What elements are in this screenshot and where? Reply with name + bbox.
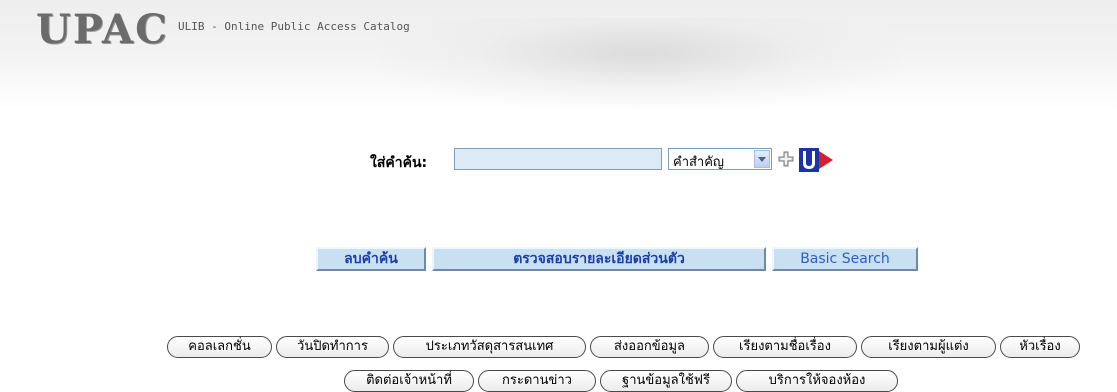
search-label: ใส่คำค้น: — [370, 155, 428, 171]
nav-room-booking[interactable]: บริการให้จองห้อง — [736, 370, 898, 392]
nav-free-databases[interactable]: ฐานข้อมูลใช้ฟรี — [600, 370, 732, 392]
nav-sort-title[interactable]: เรียงตามชื่อเรื่อง — [713, 336, 857, 358]
header-banner: UPAC ULIB - Online Public Access Catalog — [0, 0, 1117, 110]
plus-icon[interactable] — [778, 151, 794, 167]
nav-export-data[interactable]: ส่งออกข้อมูล — [590, 336, 709, 358]
nav-collection[interactable]: คอลเลกชั่น — [167, 336, 272, 358]
chevron-down-icon[interactable] — [754, 150, 770, 168]
ulib-go-icon[interactable] — [797, 148, 833, 172]
nav-row-1: คอลเลกชั่น วันปิดทำการ ประเภทวัสดุสารสนเ… — [0, 336, 1117, 358]
header-subtitle: ULIB - Online Public Access Catalog — [178, 20, 410, 33]
nav-material-types[interactable]: ประเภทวัสดุสารสนเทศ — [393, 336, 586, 358]
search-type-select[interactable]: คำสำคัญ — [668, 148, 772, 170]
basic-search-button[interactable]: Basic Search — [772, 247, 918, 271]
check-account-button[interactable]: ตรวจสอบรายละเอียดส่วนตัว — [432, 247, 766, 271]
nav-news-board[interactable]: กระดานข่าว — [478, 370, 596, 392]
nav-row-2: ติดต่อเจ้าหน้าที่ กระดานข่าว ฐานข้อมูลใช… — [0, 370, 1117, 392]
nav-closed-days[interactable]: วันปิดทำการ — [276, 336, 389, 358]
search-input[interactable] — [454, 148, 662, 170]
nav-subject[interactable]: หัวเรื่อง — [1000, 336, 1080, 358]
clear-search-button[interactable]: ลบคำค้น — [316, 247, 426, 271]
search-type-selected: คำสำคัญ — [673, 155, 725, 170]
nav-contact-staff[interactable]: ติดต่อเจ้าหน้าที่ — [344, 370, 474, 392]
header-background-art — [380, 18, 900, 108]
upac-logo: UPAC — [36, 6, 169, 53]
nav-sort-author[interactable]: เรียงตามผู้แต่ง — [861, 336, 996, 358]
